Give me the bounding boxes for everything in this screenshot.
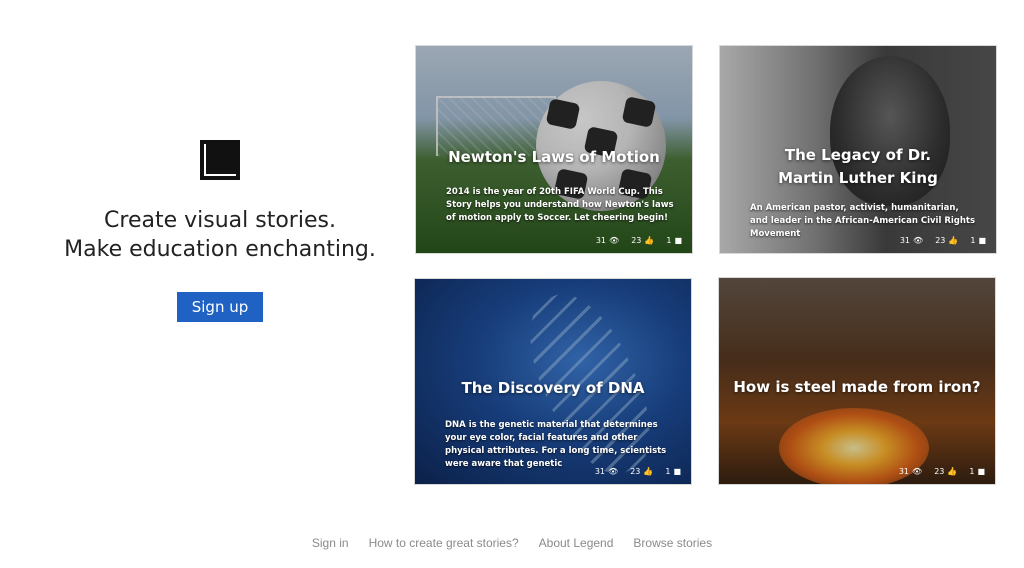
story-stats: 31 👁 23 👍 1 ■	[596, 236, 682, 245]
comment-icon: ■	[674, 235, 682, 245]
likes-count: 23	[630, 467, 641, 476]
likes-count: 23	[631, 236, 642, 245]
story-title: The Discovery of DNA	[461, 379, 645, 397]
footer-nav: Sign in How to create great stories? Abo…	[0, 536, 1024, 550]
comment-icon: ■	[978, 235, 986, 245]
comments-count: 1	[665, 467, 671, 476]
comments-count: 1	[969, 467, 975, 476]
story-stats: 31 👁 23 👍 1 ■	[900, 236, 986, 245]
story-stats: 31 👁 23 👍 1 ■	[595, 467, 681, 476]
sign-in-link[interactable]: Sign in	[312, 536, 349, 550]
tagline-line-2: Make education enchanting.	[64, 237, 376, 262]
comment-icon: ■	[977, 466, 985, 476]
story-stats: 31 👁 23 👍 1 ■	[899, 467, 985, 476]
story-title: Newton's Laws of Motion	[448, 148, 660, 166]
views-count: 31	[595, 236, 607, 245]
story-description: DNA is the genetic material that determi…	[445, 420, 667, 469]
story-card-steel[interactable]: How is steel made from iron? 31 👁 23 👍 1 ■	[718, 277, 996, 485]
story-card-mlk[interactable]: The Legacy of Dr. Martin Luther King An …	[719, 45, 997, 254]
thumbs-up-icon: 👍	[643, 466, 654, 476]
about-legend-link[interactable]: About Legend	[539, 536, 614, 550]
hero: Create visual stories. Make education en…	[40, 140, 400, 322]
how-to-create-stories-link[interactable]: How to create great stories?	[369, 536, 519, 550]
story-description: 2014 is the year of 20th FIFA World Cup.…	[446, 187, 674, 223]
views-count: 31	[898, 467, 910, 476]
story-card-newton[interactable]: Newton's Laws of Motion 2014 is the year…	[415, 45, 693, 254]
likes-count: 23	[935, 236, 946, 245]
eye-icon: 👁	[608, 466, 619, 476]
comments-count: 1	[970, 236, 976, 245]
signup-button[interactable]: Sign up	[176, 292, 264, 322]
comments-count: 1	[666, 236, 672, 245]
views-count: 31	[899, 236, 911, 245]
comment-icon: ■	[673, 466, 681, 476]
browse-stories-link[interactable]: Browse stories	[633, 536, 712, 550]
thumbs-up-icon: 👍	[948, 235, 959, 245]
thumbs-up-icon: 👍	[644, 235, 655, 245]
story-title: The Legacy of Dr. Martin Luther King	[778, 146, 938, 187]
views-count: 31	[594, 467, 606, 476]
eye-icon: 👁	[913, 235, 924, 245]
story-title: How is steel made from iron?	[733, 378, 981, 396]
eye-icon: 👁	[912, 466, 923, 476]
likes-count: 23	[934, 467, 945, 476]
tagline: Create visual stories. Make education en…	[40, 206, 400, 264]
tagline-line-1: Create visual stories.	[104, 208, 336, 233]
eye-icon: 👁	[609, 235, 620, 245]
story-card-dna[interactable]: The Discovery of DNA DNA is the genetic …	[414, 278, 692, 485]
legend-logo	[200, 140, 240, 180]
thumbs-up-icon: 👍	[947, 466, 958, 476]
